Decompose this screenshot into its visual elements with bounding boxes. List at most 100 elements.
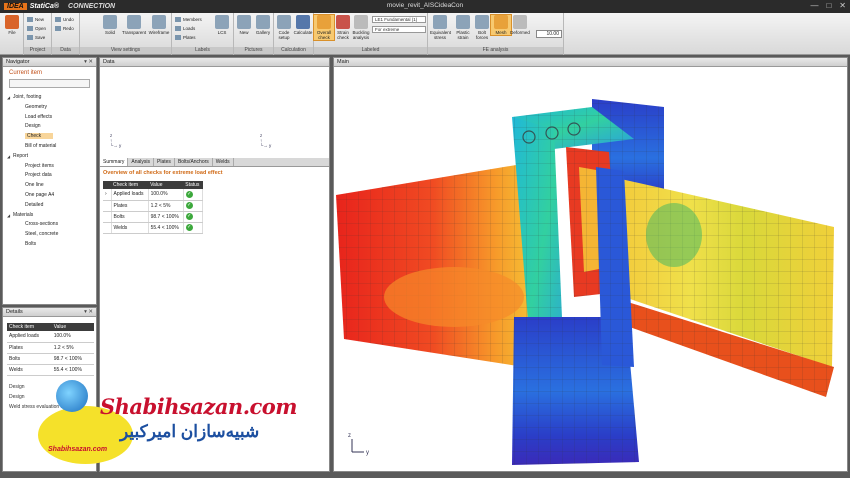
tree-item[interactable]: Detailed	[7, 201, 96, 211]
file-label: File	[8, 30, 16, 35]
globe-icon	[56, 380, 88, 412]
tab-plates[interactable]: Plates	[154, 158, 175, 166]
cell: Welds	[111, 222, 149, 234]
window-title: movie_revit_AISCideaCon	[386, 2, 464, 9]
tree-item[interactable]: Load effects	[7, 113, 96, 123]
navigator-header: Navigator ▾ ✕	[3, 58, 96, 67]
plates-toggle[interactable]: Plates	[175, 35, 196, 40]
buckling-analysis-button[interactable]: Buckling analysis	[352, 15, 370, 40]
redo-button[interactable]: Redo	[55, 26, 74, 31]
expand-icon[interactable]	[103, 222, 112, 234]
tree-item[interactable]: One line	[7, 181, 96, 191]
table-row[interactable]: › Applied loads 100.0% ✓	[103, 189, 204, 201]
tree-item[interactable]: Geometry	[7, 103, 96, 113]
tree-group[interactable]: Joint, footing	[7, 93, 96, 103]
gallery-label: Gallery	[255, 30, 271, 35]
file-group: File	[0, 13, 24, 55]
extreme-select[interactable]: For extreme	[372, 26, 426, 33]
open-icon	[27, 26, 33, 31]
tab-bolts-anchors[interactable]: Bolts/Anchors	[175, 158, 213, 166]
calculate-label: Calculate	[293, 30, 313, 35]
equivalent-stress-button[interactable]: Equivalent stress	[430, 15, 451, 40]
equivalent-stress-icon	[433, 15, 447, 29]
ribbon: File New Open Save Project Undo Redo Dat…	[0, 13, 850, 55]
labeled-group: Overall check Strain check Buckling anal…	[313, 13, 428, 55]
solid-button[interactable]: Solid	[100, 15, 120, 35]
tree-item-label: Check	[25, 133, 54, 140]
gallery-button[interactable]: Gallery	[253, 15, 273, 35]
loads-icon	[175, 26, 181, 31]
tree-item-label: Load effects	[25, 113, 53, 120]
lcs-button[interactable]: LCS	[212, 15, 232, 35]
redo-label: Redo	[63, 26, 74, 31]
tab-summary[interactable]: Summary	[100, 158, 129, 166]
solid-icon	[103, 15, 117, 29]
col-value: Value	[51, 323, 94, 331]
plastic-strain-button[interactable]: Plastic strain	[453, 15, 473, 40]
code-setup-button[interactable]: Code setup	[274, 15, 294, 40]
new-button[interactable]: New	[27, 17, 44, 22]
tree-item[interactable]: Design	[7, 122, 96, 132]
cell: 98.7 < 100%	[51, 353, 94, 365]
tree-item[interactable]: Steel, concrete	[7, 230, 96, 240]
project-group-label: Project	[24, 47, 51, 54]
col-expand	[103, 181, 111, 189]
tree-item[interactable]: Bolts	[7, 240, 96, 250]
wireframe-button[interactable]: Wireframe	[148, 15, 170, 35]
transparent-button[interactable]: Transparent	[122, 15, 146, 35]
tree-item[interactable]: Check	[7, 132, 96, 142]
calculation-group-label: Calculation	[274, 47, 313, 54]
cell: 55.4 < 100%	[148, 222, 184, 234]
watermark-small: Shabihsazan.com	[48, 446, 108, 453]
code-setup-label: Code setup	[278, 30, 290, 40]
minimize-button[interactable]: —	[810, 1, 818, 10]
tree-item-label: Joint, footing	[13, 94, 42, 100]
status-cell: ✓	[183, 211, 204, 223]
tab-welds[interactable]: Welds	[213, 158, 234, 166]
status-cell: ✓	[183, 222, 204, 234]
tree-item[interactable]: One page A4	[7, 191, 96, 201]
tree-group[interactable]: Materials	[7, 211, 96, 221]
maximize-button[interactable]: □	[826, 1, 831, 10]
tree-item[interactable]: Project items	[7, 162, 96, 172]
file-button[interactable]: File	[2, 15, 22, 35]
save-button[interactable]: Save	[27, 35, 45, 40]
tree-item[interactable]: Project data	[7, 171, 96, 181]
expand-icon[interactable]	[103, 200, 112, 212]
new-picture-button[interactable]: New	[234, 15, 254, 35]
undo-button[interactable]: Undo	[55, 17, 74, 22]
close-button[interactable]: ✕	[839, 1, 846, 10]
pin-icon[interactable]: ▾ ✕	[84, 308, 93, 317]
fe-stress-model[interactable]: z y	[334, 67, 847, 471]
zoom-input[interactable]: 10.00	[536, 30, 562, 38]
tree-item[interactable]: Bill of material	[7, 142, 96, 152]
tree-item[interactable]: Cross-sections	[7, 220, 96, 230]
members-label: Members	[183, 17, 202, 22]
table-row[interactable]: Welds 55.4 < 100% ✓	[103, 222, 204, 234]
cell: Bolts	[111, 211, 149, 223]
overall-check-button[interactable]: Overall check	[313, 14, 335, 41]
current-item-label: Current item	[9, 70, 43, 76]
expand-icon[interactable]: ›	[103, 189, 112, 201]
calculate-button[interactable]: Calculate	[293, 15, 313, 35]
members-icon	[175, 17, 181, 22]
transparent-label: Transparent	[122, 30, 147, 35]
deformed-button[interactable]: Deformed	[510, 15, 530, 35]
loads-toggle[interactable]: Loads	[175, 26, 195, 31]
table-row[interactable]: Plates 1.2 < 5% ✓	[103, 200, 204, 212]
tree-group[interactable]: Report	[7, 152, 96, 162]
expand-icon[interactable]	[103, 211, 112, 223]
table-row[interactable]: Bolts 98.7 < 100% ✓	[103, 211, 204, 223]
open-button[interactable]: Open	[27, 26, 46, 31]
load-case-select[interactable]: LE1 Fundamental (1)	[372, 16, 426, 23]
strain-check-button[interactable]: Strain check	[333, 15, 353, 40]
tab-analysis[interactable]: Analysis	[128, 158, 155, 166]
lcs-icon	[215, 15, 229, 29]
current-item-dropdown[interactable]	[9, 79, 90, 88]
bolt-forces-button[interactable]: Bolt forces	[472, 15, 492, 40]
mesh-button[interactable]: Mesh	[490, 14, 512, 36]
pin-icon[interactable]: ▾ ✕	[84, 58, 93, 67]
members-toggle[interactable]: Members	[175, 17, 202, 22]
transparent-icon	[127, 15, 141, 29]
tree-item-label: Bill of material	[25, 142, 57, 149]
